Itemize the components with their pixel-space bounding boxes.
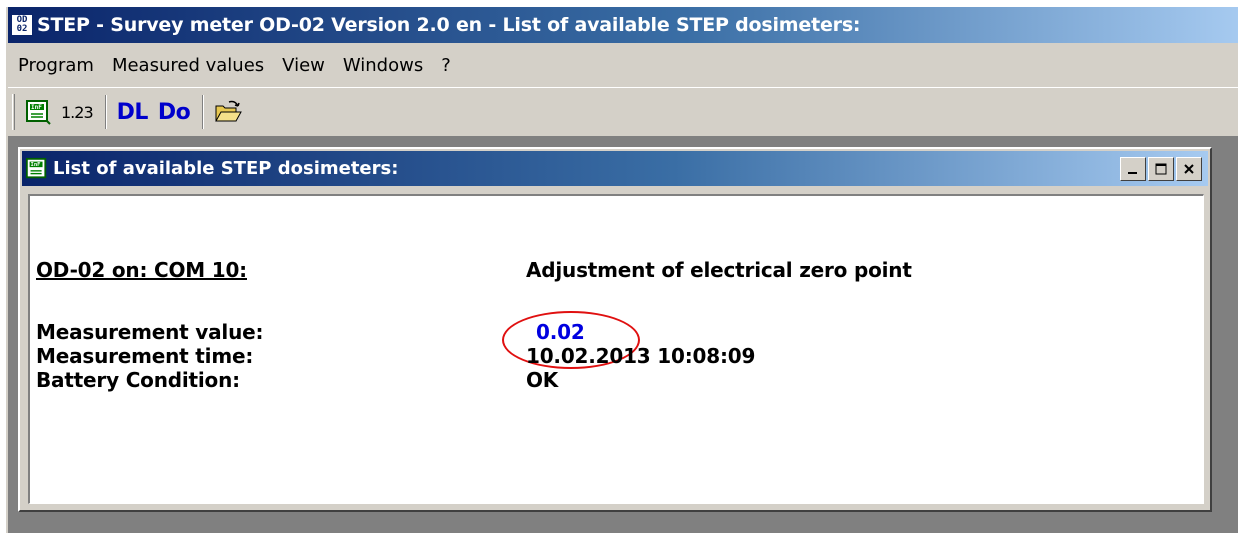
child-title: List of available STEP dosimeters: [53,158,399,179]
app-od02-icon: OD 02 [11,14,33,36]
numeric-button[interactable]: 1.23 [57,93,97,131]
svg-text:InF: InF [31,104,42,111]
measurement-time: 10.02.2013 10:08:09 [526,344,756,368]
do-button[interactable]: Do [154,93,194,131]
menu-measured-values[interactable]: Measured values [112,55,264,76]
battery-condition: OK [526,368,559,392]
app-title: STEP - Survey meter OD-02 Version 2.0 en… [37,14,861,36]
close-button[interactable] [1176,157,1202,181]
minimize-button[interactable] [1120,157,1146,181]
inf-list-button[interactable]: InF [21,93,55,131]
window-controls [1118,157,1202,181]
dosimeter-panel: OD-02 on: COM 10: Adjustment of electric… [28,194,1204,504]
minimize-icon [1128,172,1137,174]
svg-text:InF: InF [31,162,41,168]
open-folder-icon [215,100,243,122]
toolbar-separator [202,95,205,129]
status-heading: Adjustment of electrical zero point [526,258,912,282]
device-port-label: OD-02 on: COM 10: [36,258,247,282]
numeric-label: 1.23 [61,102,94,122]
menu-windows[interactable]: Windows [343,55,423,76]
inf-list-icon: InF [26,100,51,125]
mdi-background [8,519,1238,533]
menu-help[interactable]: ? [441,55,451,76]
maximize-icon [1155,163,1167,175]
menu-program[interactable]: Program [18,55,94,76]
maximize-button[interactable] [1148,157,1174,181]
measurement-time-label: Measurement time: [36,344,254,368]
dl-button[interactable]: DL [113,93,152,131]
application-window: OD 02 STEP - Survey meter OD-02 Version … [6,7,1238,533]
toolbar-grip[interactable] [12,94,15,130]
app-title-bar[interactable]: OD 02 STEP - Survey meter OD-02 Version … [8,7,1238,43]
toolbar-separator [104,95,107,129]
menu-view[interactable]: View [282,55,325,76]
open-button[interactable] [210,93,246,131]
battery-condition-label: Battery Condition: [36,368,240,392]
measurement-value-label: Measurement value: [36,320,264,344]
dl-label: DL [116,99,149,125]
do-label: Do [157,99,191,125]
inf-list-icon: InF [25,157,49,181]
toolbar: InF 1.23 DL Do [8,87,1238,137]
child-window: InF List of available STEP dosimeters: O… [18,147,1212,512]
menu-bar: Program Measured values View Windows ? [8,43,1238,87]
child-title-bar[interactable]: InF List of available STEP dosimeters: [22,151,1208,186]
close-icon [1184,164,1194,174]
